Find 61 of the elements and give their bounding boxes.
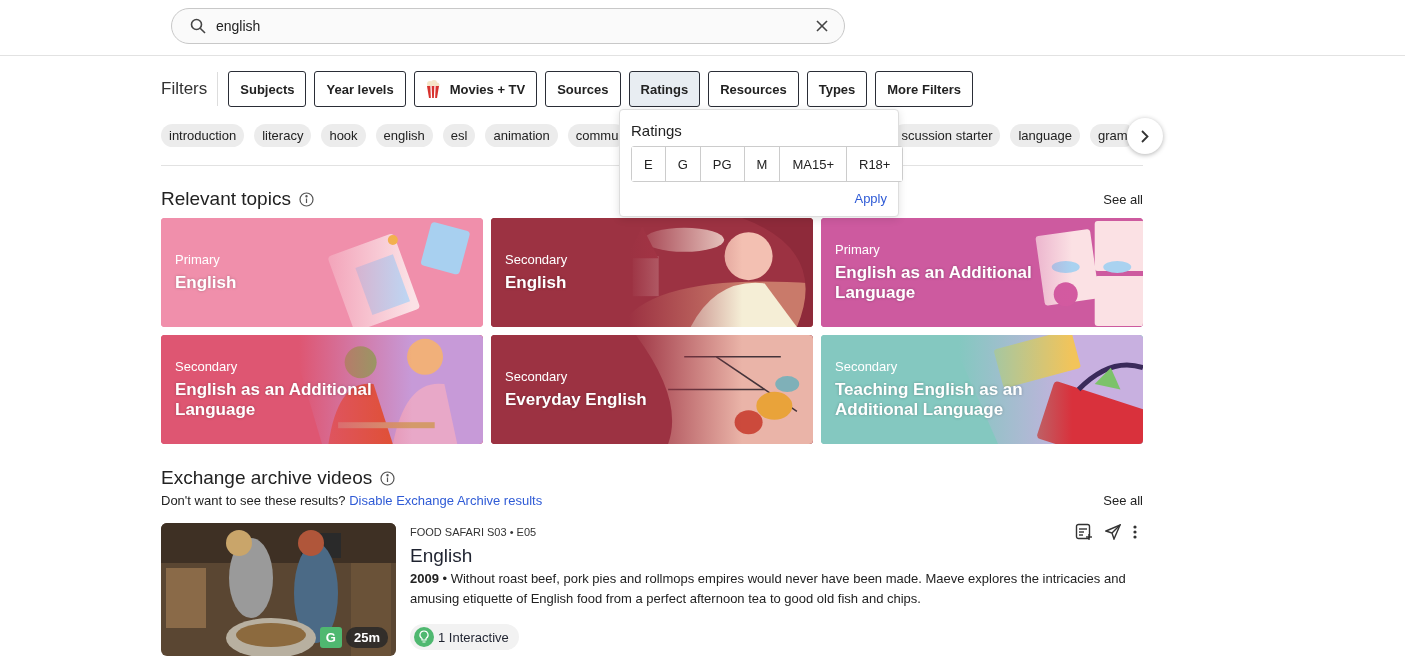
topic-title: English as an Additional Language — [835, 263, 1033, 303]
add-to-list-icon[interactable] — [1075, 523, 1093, 541]
tag-chip[interactable]: literacy — [254, 124, 312, 147]
popup-title: Ratings — [631, 122, 683, 139]
topic-title: Teaching English as an Additional Language — [835, 380, 1024, 420]
tag-chip[interactable]: english — [375, 124, 433, 147]
search-input[interactable]: english — [214, 17, 808, 35]
tag-chip[interactable]: animation — [485, 124, 558, 147]
tag-chip[interactable]: hook — [321, 124, 366, 147]
see-all-link[interactable]: See all — [1103, 493, 1143, 508]
filter-button[interactable]: Resources — [708, 71, 799, 107]
send-icon[interactable] — [1105, 524, 1121, 540]
interactive-chip[interactable]: 1 Interactive — [410, 624, 519, 650]
series-episode: FOOD SAFARI S03 • E05 — [410, 526, 537, 540]
filters-label: Filters — [161, 72, 219, 106]
topic-stage: Secondary — [505, 252, 569, 267]
popcorn-icon — [425, 80, 440, 98]
disable-results-link[interactable]: Disable Exchange Archive results — [349, 493, 543, 508]
filter-button[interactable]: Ratings — [628, 71, 701, 107]
chevron-right-icon — [1141, 129, 1149, 143]
filter-button[interactable]: More Filters — [875, 71, 973, 107]
rating-badge: G — [319, 627, 342, 648]
topic-title: English as an Additional Language — [175, 380, 373, 420]
section-title: Relevant topics — [161, 188, 291, 210]
section-title: Exchange archive videos — [161, 467, 373, 489]
topic-title: English — [505, 273, 568, 293]
tag-chip[interactable]: introduction — [161, 124, 245, 147]
topic-stage: Secondary — [505, 369, 569, 384]
apply-link[interactable]: Apply — [631, 191, 887, 206]
search-icon — [190, 18, 206, 34]
tag-chip[interactable]: esl — [442, 124, 476, 147]
video-title[interactable]: English — [410, 545, 1143, 567]
topic-stage: Primary — [175, 252, 221, 267]
topic-card[interactable]: Primary English as an Additional Language — [821, 218, 1143, 327]
topic-stage: Secondary — [835, 359, 899, 374]
filter-button[interactable]: Subjects — [228, 71, 307, 107]
info-icon[interactable] — [298, 191, 314, 207]
topic-card[interactable]: Secondary English as an Additional Language — [161, 335, 483, 444]
lightbulb-icon — [414, 627, 434, 647]
topic-stage: Primary — [835, 242, 881, 257]
info-icon[interactable] — [380, 470, 396, 486]
filter-button[interactable]: Sources — [545, 71, 621, 107]
close-icon[interactable] — [816, 20, 828, 32]
more-icon[interactable] — [1133, 525, 1137, 539]
see-all-link[interactable]: See all — [1103, 191, 1143, 207]
filter-button[interactable]: Types — [806, 71, 868, 107]
tag-chip[interactable]: language — [1010, 124, 1080, 147]
topic-card[interactable]: Secondary Everyday English — [491, 335, 813, 444]
filter-button[interactable]: Movies + TV — [413, 71, 538, 107]
search-field[interactable]: english — [171, 8, 845, 44]
notice-text: Don't want to see these results? Disable Exchange Archive results — [161, 493, 543, 508]
topic-title: English — [175, 273, 238, 293]
topic-title: Everyday English — [505, 390, 648, 410]
video-description: 2009 • Without roast beef, pork pies and rollmops empires would never have been made. Maeve explores the intricacies and amusing etiquette of English food from a perfect afternoon tea to good old fish and chips. — [410, 570, 1127, 608]
topic-card[interactable]: Secondary English — [491, 218, 813, 327]
rating-option[interactable]: E — [632, 147, 666, 181]
filter-button[interactable]: Year levels — [314, 71, 406, 107]
topic-stage: Secondary — [175, 359, 239, 374]
tag-chip[interactable]: gram — [1090, 124, 1129, 147]
scroll-right-button[interactable] — [1127, 118, 1163, 154]
video-thumbnail[interactable]: G 25m — [161, 523, 396, 656]
